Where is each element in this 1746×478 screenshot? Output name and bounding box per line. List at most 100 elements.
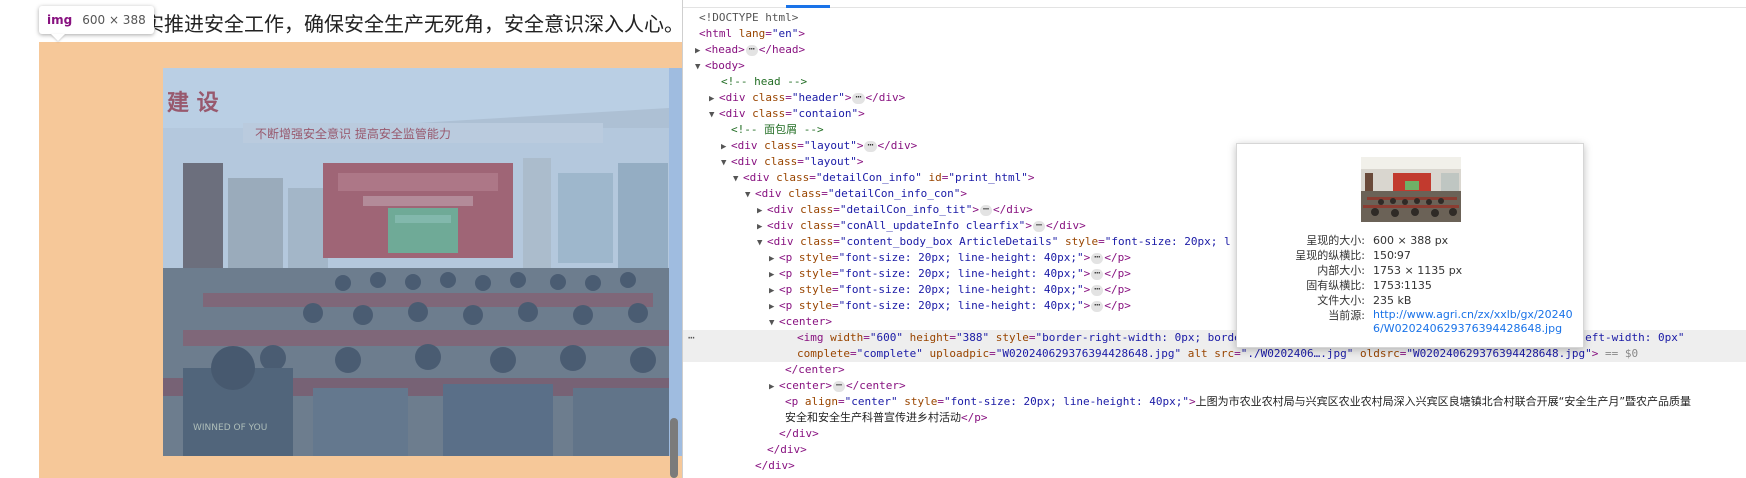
collapsed-children-button[interactable]: ⋯ (1091, 300, 1104, 312)
dom-token: <!-- head --> (721, 75, 808, 88)
page-scrollbar[interactable] (670, 418, 678, 478)
dom-node[interactable]: ▶ <p style="font-size: 20px; line-height:… (683, 250, 1746, 266)
dom-token: <div (743, 171, 777, 184)
dom-node[interactable]: ▶ <p style="font-size: 20px; line-height:… (683, 266, 1746, 282)
dom-node[interactable]: <!-- head --> (683, 74, 1746, 90)
expand-triangle-closed-icon[interactable]: ▶ (769, 379, 779, 395)
collapsed-children-button[interactable]: ⋯ (1091, 284, 1104, 296)
expand-triangle-open-icon[interactable]: ▼ (745, 187, 755, 203)
preview-detail-value: 235 kB (1373, 294, 1412, 307)
dom-token: = (1234, 347, 1241, 360)
dom-token: = (765, 27, 772, 40)
image-source-link[interactable]: http://www.agri.cn/zx/xxlb/gx/202406/W02… (1373, 308, 1578, 336)
collapsed-children-button[interactable]: ⋯ (1032, 220, 1045, 232)
expand-triangle-closed-icon[interactable]: ▶ (721, 139, 731, 155)
dom-token: "layout" (803, 155, 857, 168)
dom-node[interactable]: ▶ <p style="font-size: 20px; line-height:… (683, 298, 1746, 314)
collapsed-children-button[interactable]: ⋯ (832, 380, 846, 392)
dom-token: > (856, 139, 864, 152)
preview-detail-row: 呈现的大小: 600 × 388 px (1237, 233, 1583, 249)
expand-triangle-open-icon[interactable]: ▼ (709, 107, 719, 123)
expand-triangle-open-icon[interactable]: ▼ (769, 315, 779, 331)
dom-node[interactable]: </div> (683, 458, 1746, 474)
dom-node[interactable]: ▶ <div class="conAll_updateInfo clearfix"… (683, 218, 1746, 234)
dom-node[interactable]: ▼ <div class="contaion"> (683, 106, 1746, 122)
expand-triangle-closed-icon[interactable]: ▶ (769, 267, 779, 283)
preview-detail-value: 1753∶1135 (1373, 279, 1432, 292)
dom-node[interactable]: <!DOCTYPE html> (683, 10, 1746, 26)
expand-triangle-closed-icon[interactable]: ▶ (769, 299, 779, 315)
preview-detail-value: 150∶97 (1373, 249, 1411, 262)
dom-token: class (776, 171, 810, 184)
expand-triangle-closed-icon[interactable]: ▶ (769, 283, 779, 299)
dom-node-continuation: complete="complete" uploadpic="W02024062… (797, 346, 1638, 362)
dom-token: = (832, 299, 839, 312)
dom-node[interactable]: </center> (683, 362, 1746, 378)
collapsed-children-button[interactable]: ⋯ (852, 92, 865, 104)
collapsed-children-button[interactable]: ⋯ (1091, 252, 1104, 264)
expand-triangle-open-icon[interactable]: ▼ (733, 171, 743, 187)
dom-token: "contaion" (791, 107, 859, 120)
dom-node[interactable]: ▼ <div class="content_body_box ArticleDet… (683, 234, 1746, 250)
dom-token: > (1083, 299, 1091, 312)
collapsed-children-button[interactable]: ⋯ (864, 140, 877, 152)
expand-triangle-closed-icon[interactable]: ▶ (757, 219, 767, 235)
dom-token: "detailCon_info" (815, 171, 922, 184)
expand-triangle-open-icon[interactable]: ▼ (721, 155, 731, 171)
dom-node[interactable]: ▼ <div class="detailCon_info" id="print_h… (683, 170, 1746, 186)
expand-triangle-closed-icon[interactable]: ▶ (757, 203, 767, 219)
expand-triangle-open-icon[interactable]: ▼ (757, 235, 767, 251)
dom-token: style (798, 299, 832, 312)
expand-triangle-closed-icon[interactable]: ▶ (769, 251, 779, 267)
dom-token: complete (797, 347, 850, 360)
dom-token: height (909, 331, 950, 344)
dom-node[interactable]: ▶ <p style="font-size: 20px; line-height:… (683, 282, 1746, 298)
collapsed-children-button[interactable]: ⋯ (1091, 268, 1104, 280)
dom-token: <div (755, 187, 789, 200)
dom-node[interactable]: <!-- 面包屑 --> (683, 122, 1746, 138)
dom-node[interactable]: </div> (683, 426, 1746, 442)
preview-detail-label: 呈现的大小: (1306, 234, 1365, 247)
dom-node[interactable]: ▼ <center> (683, 314, 1746, 330)
preview-detail-label: 当前源: (1328, 309, 1365, 322)
dom-token: </p> (1104, 251, 1131, 264)
expand-triangle-open-icon[interactable]: ▼ (695, 59, 705, 75)
tooltip-arrow (51, 34, 65, 41)
dom-token: <div (767, 203, 801, 216)
dom-token: <!DOCTYPE html> (699, 11, 799, 24)
dom-token: id (928, 171, 942, 184)
dom-token: </div> (992, 203, 1033, 216)
dom-node[interactable]: ▶ <div class="detailCon_info_tit"> ⋯ </div> (683, 202, 1746, 218)
preview-detail-value: 600 × 388 px (1373, 234, 1449, 247)
dom-token: <!-- 面包屑 --> (731, 123, 824, 136)
page-viewport: 实推进安全工作，确保安全生产无死角，安全意识深入人心。 建 设 不断增强安全意识… (0, 0, 682, 478)
dom-node[interactable]: ▶ <head> ⋯ </head> (683, 42, 1746, 58)
dom-token: "detailCon_info_tit" (839, 203, 973, 216)
preview-detail-row: 文件大小: 235 kB (1237, 293, 1583, 309)
dom-node[interactable]: ▶ <center> ⋯ </center> (683, 378, 1746, 394)
dom-node[interactable]: ▼ <body> (683, 58, 1746, 74)
collapsed-children-button[interactable]: ⋯ (979, 204, 992, 216)
node-actions-icon[interactable]: ⋯ (688, 330, 695, 346)
collapsed-children-button[interactable]: ⋯ (745, 44, 758, 56)
article-photo[interactable]: 建 设 不断增强安全意识 提高安全监管能力 WINNED OF YOU (163, 68, 669, 456)
dom-token (989, 331, 996, 344)
dom-node[interactable]: ▼ <div class="layout"> (683, 154, 1746, 170)
dom-node[interactable]: ▶ <div class="layout"> ⋯ </div> (683, 138, 1746, 154)
dom-token: <p (779, 283, 799, 296)
dom-token: style (798, 267, 832, 280)
expand-triangle-closed-icon[interactable]: ▶ (695, 43, 705, 59)
dom-node[interactable]: ▼ <div class="detailCon_info_con"> (683, 186, 1746, 202)
dom-node-selected-img[interactable]: <img width="600" height="388" style="bor… (683, 330, 1746, 362)
article-text-line: 实推进安全工作，确保安全生产无死角，安全意识深入人心。 (144, 12, 682, 36)
dom-node[interactable]: <p align="center" style="font-size: 20px… (683, 394, 1746, 426)
dom-token: > (844, 91, 852, 104)
tooltip-tag-name: img (47, 13, 73, 27)
dom-node[interactable]: ▶ <div class="header"> ⋯ </div> (683, 90, 1746, 106)
tab-elements-active-indicator[interactable] (786, 5, 830, 8)
expand-triangle-closed-icon[interactable]: ▶ (709, 91, 719, 107)
dom-node[interactable]: <html lang="en"> (683, 26, 1746, 42)
dom-token: > (972, 203, 979, 216)
dom-token: "header" (791, 91, 845, 104)
dom-node[interactable]: </div> (683, 442, 1746, 458)
